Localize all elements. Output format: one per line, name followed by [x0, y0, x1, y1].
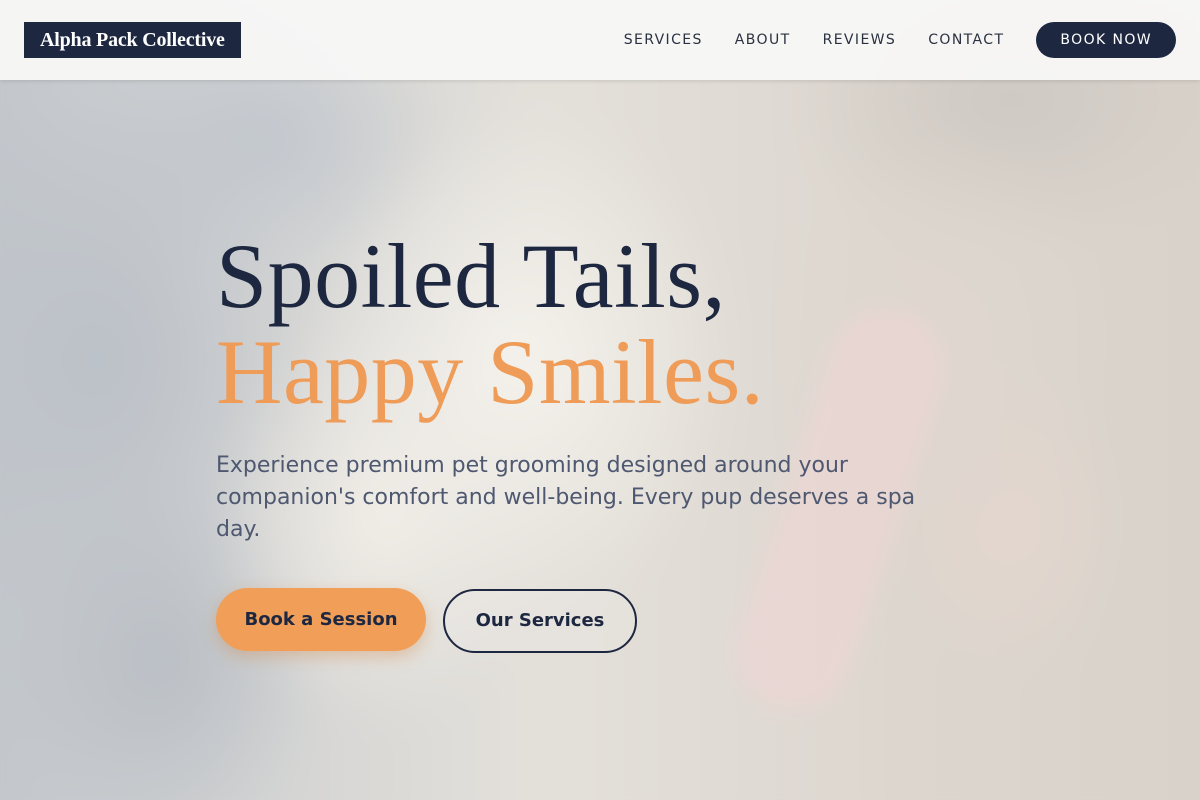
book-session-button[interactable]: Book a Session [216, 588, 426, 651]
book-now-button[interactable]: BOOK NOW [1036, 22, 1176, 58]
site-header: Alpha Pack Collective SERVICES ABOUT REV… [0, 0, 1200, 80]
site-logo[interactable]: Alpha Pack Collective [24, 22, 241, 58]
nav-link-services[interactable]: SERVICES [624, 32, 703, 48]
nav-link-reviews[interactable]: REVIEWS [823, 32, 897, 48]
headline-line-1: Spoiled Tails, [216, 225, 726, 327]
hero-headline: Spoiled Tails, Happy Smiles. [216, 228, 976, 420]
main-nav: SERVICES ABOUT REVIEWS CONTACT BOOK NOW [624, 22, 1176, 58]
nav-link-contact[interactable]: CONTACT [928, 32, 1004, 48]
nav-link-about[interactable]: ABOUT [735, 32, 791, 48]
headline-line-2: Happy Smiles. [216, 321, 765, 423]
landing-page: Alpha Pack Collective SERVICES ABOUT REV… [0, 0, 1200, 800]
hero-section: Spoiled Tails, Happy Smiles. Experience … [216, 228, 976, 653]
hero-subtitle: Experience premium pet grooming designed… [216, 453, 916, 542]
our-services-button[interactable]: Our Services [443, 589, 637, 653]
hero-cta-row: Book a Session Our Services [216, 586, 976, 653]
